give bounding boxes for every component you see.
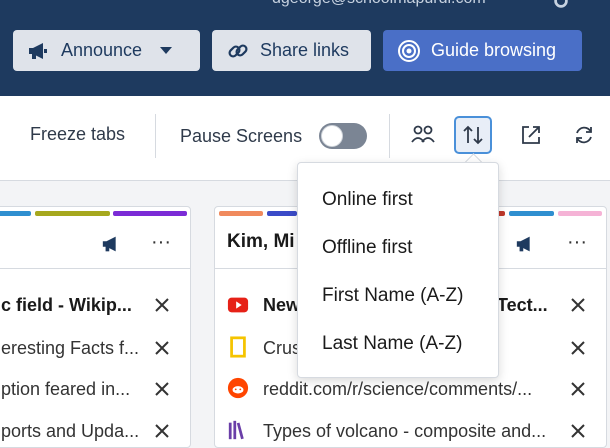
guide-browsing-button[interactable]: Guide browsing [383, 30, 582, 71]
tab-color-stripe [267, 211, 297, 216]
more-options-icon[interactable]: ··· [151, 231, 171, 254]
close-icon[interactable] [570, 340, 586, 356]
youtube-icon [227, 297, 249, 313]
refresh-icon[interactable] [565, 116, 603, 154]
link-icon [226, 39, 250, 63]
tab-color-stripe [509, 211, 554, 216]
tab-title[interactable]: Types of volcano - composite and... [263, 421, 555, 442]
tab-color-stripe [0, 211, 31, 216]
toggle-knob [321, 125, 343, 147]
tab-title-tail[interactable]: Tect... [497, 295, 557, 316]
gear-icon[interactable] [552, 0, 570, 10]
close-icon[interactable] [570, 297, 586, 313]
tab-title[interactable]: ports and Upda... [1, 421, 141, 442]
freeze-tabs-button[interactable]: Freeze tabs [30, 124, 125, 145]
sort-menu: Online first Offline first First Name (A… [297, 162, 499, 378]
user-email: dgeorge@schoolmapurdi.com [272, 0, 486, 8]
more-options-icon[interactable]: ··· [567, 231, 587, 254]
megaphone-icon [27, 41, 51, 61]
sort-last-name[interactable]: Last Name (A-Z) [322, 333, 462, 355]
announce-label: Announce [61, 40, 143, 60]
tab-title[interactable]: eresting Facts f... [1, 338, 141, 359]
tab-color-stripe [113, 211, 187, 216]
tab-color-stripe [219, 211, 263, 216]
toolbar-divider [389, 114, 390, 158]
target-icon [397, 39, 421, 63]
pause-screens-label: Pause Screens [180, 126, 303, 146]
tab-title[interactable]: c field - Wikip... [1, 295, 141, 316]
student-name[interactable]: Kim, Mi [227, 231, 295, 253]
close-icon[interactable] [154, 340, 170, 356]
group-icon[interactable] [404, 116, 442, 154]
pause-screens-toggle[interactable] [319, 123, 367, 149]
close-icon[interactable] [154, 423, 170, 439]
chevron-down-icon[interactable] [160, 46, 173, 55]
natgeo-icon [230, 336, 246, 358]
student-card[interactable]: ··· c field - Wikip... eresting Facts f.… [0, 206, 191, 448]
tab-title[interactable]: reddit.com/r/science/comments/... [263, 379, 555, 400]
megaphone-icon[interactable] [515, 233, 537, 255]
tab-color-stripe [558, 211, 602, 216]
share-label: Share links [260, 40, 350, 60]
open-external-icon[interactable] [512, 116, 550, 154]
share-links-button[interactable]: Share links [212, 30, 371, 71]
tab-title[interactable]: ption feared in... [1, 379, 141, 400]
sort-offline-first[interactable]: Offline first [322, 237, 412, 259]
announce-button[interactable]: Announce [13, 30, 200, 71]
sort-first-name[interactable]: First Name (A-Z) [322, 285, 463, 307]
app-header: dgeorge@schoolmapurdi.com Announce Share… [0, 0, 610, 96]
megaphone-icon[interactable] [101, 233, 123, 255]
tab-color-stripe [35, 211, 110, 216]
close-icon[interactable] [154, 297, 170, 313]
sort-online-first[interactable]: Online first [322, 189, 413, 211]
guide-label: Guide browsing [431, 40, 557, 60]
close-icon[interactable] [570, 423, 586, 439]
close-icon[interactable] [154, 381, 170, 397]
toolbar-divider [155, 114, 156, 158]
reddit-icon [227, 377, 249, 399]
sort-icon[interactable] [454, 116, 492, 154]
card-divider [0, 268, 190, 269]
close-icon[interactable] [570, 381, 586, 397]
